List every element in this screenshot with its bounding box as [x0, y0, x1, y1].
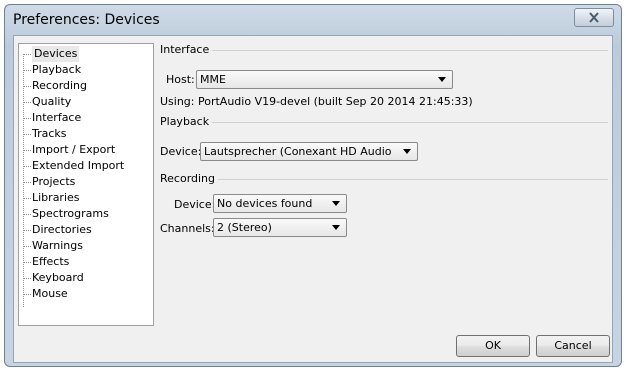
tree-connector	[23, 278, 31, 279]
recording-heading: Recording	[160, 172, 219, 185]
ok-button[interactable]: OK	[456, 335, 530, 357]
close-button[interactable]	[574, 8, 614, 27]
tree-connector	[23, 134, 31, 135]
tree-item-warnings[interactable]: Warnings	[32, 238, 83, 254]
tree-connector	[23, 214, 31, 215]
playback-device-label: Device:	[160, 145, 202, 158]
playback-device-value: Lautsprecher (Conexant HD Audio	[204, 145, 392, 158]
tree-connector	[23, 262, 31, 263]
recording-device-label: Device:	[174, 198, 216, 211]
recording-device-dropdown[interactable]: No devices found	[213, 194, 347, 213]
host-dropdown[interactable]: MME	[196, 70, 453, 89]
interface-heading: Interface	[160, 43, 213, 56]
preferences-window: Preferences: Devices Devices Playback Re…	[4, 4, 622, 367]
tree-connector	[23, 86, 31, 87]
tree-item-playback[interactable]: Playback	[32, 62, 81, 78]
close-icon	[589, 12, 599, 23]
dialog-body: Devices Playback Recording Quality Inter…	[13, 35, 613, 363]
interface-group	[160, 50, 608, 51]
tree-connector	[23, 294, 31, 295]
tree-connector	[23, 70, 31, 71]
playback-group	[160, 122, 608, 123]
category-tree[interactable]: Devices Playback Recording Quality Inter…	[18, 43, 154, 326]
chevron-down-icon	[438, 77, 446, 82]
channels-dropdown[interactable]: 2 (Stereo)	[213, 218, 347, 237]
portaudio-info: Using: PortAudio V19-devel (built Sep 20…	[160, 95, 473, 108]
tree-item-keyboard[interactable]: Keyboard	[32, 270, 84, 286]
chevron-down-icon	[403, 149, 411, 154]
tree-item-libraries[interactable]: Libraries	[32, 190, 80, 206]
host-label: Host:	[166, 73, 195, 86]
tree-connector	[23, 118, 31, 119]
tree-item-directories[interactable]: Directories	[32, 222, 92, 238]
tree-connector	[23, 54, 24, 307]
tree-item-mouse[interactable]: Mouse	[32, 286, 68, 302]
tree-item-quality[interactable]: Quality	[32, 94, 71, 110]
tree-connector	[23, 166, 31, 167]
host-value: MME	[200, 73, 226, 86]
recording-device-value: No devices found	[217, 197, 313, 210]
tree-item-tracks[interactable]: Tracks	[32, 126, 67, 142]
title-bar: Preferences: Devices	[5, 5, 621, 35]
tree-connector	[23, 182, 31, 183]
tree-connector	[23, 246, 31, 247]
playback-device-dropdown[interactable]: Lautsprecher (Conexant HD Audio	[200, 142, 418, 161]
tree-item-projects[interactable]: Projects	[32, 174, 75, 190]
tree-connector	[23, 150, 31, 151]
channels-value: 2 (Stereo)	[217, 221, 272, 234]
playback-heading: Playback	[160, 115, 213, 128]
tree-item-effects[interactable]: Effects	[32, 254, 69, 270]
tree-item-recording[interactable]: Recording	[32, 78, 87, 94]
recording-group	[160, 179, 608, 180]
tree-connector	[23, 198, 31, 199]
channels-label: Channels:	[160, 222, 215, 235]
tree-item-interface[interactable]: Interface	[32, 110, 81, 126]
tree-connector	[23, 54, 31, 55]
tree-connector	[23, 102, 31, 103]
window-title: Preferences: Devices	[13, 12, 160, 28]
chevron-down-icon	[332, 201, 340, 206]
tree-item-extended-import[interactable]: Extended Import	[32, 158, 124, 174]
tree-item-import-export[interactable]: Import / Export	[32, 142, 115, 158]
tree-connector	[23, 230, 31, 231]
tree-item-spectrograms[interactable]: Spectrograms	[32, 206, 109, 222]
chevron-down-icon	[332, 225, 340, 230]
cancel-button[interactable]: Cancel	[536, 335, 610, 357]
tree-item-devices[interactable]: Devices	[32, 46, 80, 62]
